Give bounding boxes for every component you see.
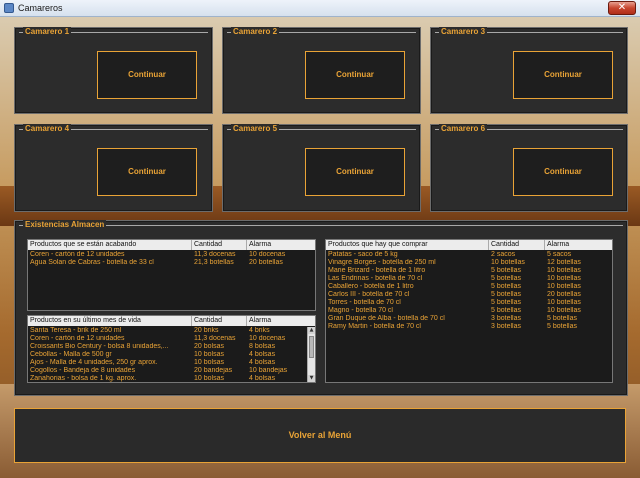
scroll-up-icon[interactable]: ▲: [308, 327, 315, 334]
table-row[interactable]: Caballero - botella de 1 litro 5 botellas…: [326, 283, 612, 291]
table-row[interactable]: Cogollos - Bandeja de 8 unidades 20 bande…: [28, 367, 307, 375]
table-row[interactable]: Agua Solan de Cabras - botella de 33 cl …: [28, 259, 315, 267]
expiring-scrollbar[interactable]: ▲ ▼: [307, 327, 315, 382]
table-row[interactable]: Croissants Bio Century - bolsa 8 unidade…: [28, 343, 307, 351]
window-title: Camareros: [18, 3, 63, 13]
table-row[interactable]: Torres - botella de 70 cl 5 botellas 10 bo…: [326, 299, 612, 307]
column-quantity[interactable]: Cantidad: [192, 316, 247, 326]
list-header: Productos que se están acabando Cantidad…: [28, 240, 315, 250]
table-row[interactable]: Coren - cartón de 12 unidades 11,3 docena…: [28, 335, 307, 343]
scroll-thumb[interactable]: [309, 336, 314, 358]
table-row[interactable]: Vinagre Borges - botella de 250 ml 10 bot…: [326, 259, 612, 267]
running-out-list[interactable]: Productos que se están acabando Cantidad…: [27, 239, 316, 311]
table-row[interactable]: Santa Teresa - brik de 250 ml 20 briks 4 b…: [28, 327, 307, 335]
continue-button-1[interactable]: Continuar: [97, 51, 197, 99]
column-alarm[interactable]: Alarma: [247, 316, 309, 326]
waiter-label: Camarero 5: [231, 124, 280, 133]
list-header: Productos que hay que comprar Cantidad A…: [326, 240, 612, 250]
table-row[interactable]: Magno - botella 70 cl 5 botellas 10 botell…: [326, 307, 612, 315]
back-to-menu-button[interactable]: Volver al Menú: [14, 408, 626, 463]
close-icon: ✕: [617, 2, 627, 13]
column-alarm[interactable]: Alarma: [247, 240, 315, 250]
app-icon: [4, 3, 14, 13]
scroll-down-icon[interactable]: ▼: [308, 375, 315, 382]
table-row[interactable]: Gran Duque de Alba - botella de 70 cl 3 b…: [326, 315, 612, 323]
column-quantity[interactable]: Cantidad: [489, 240, 545, 250]
table-row[interactable]: Coren - cartón de 12 unidades 11,3 docen…: [28, 251, 315, 259]
table-row[interactable]: Ramy Martin - botella de 70 cl 3 botellas…: [326, 323, 612, 331]
stock-legend: Existencias Almacen: [23, 220, 107, 229]
column-quantity[interactable]: Cantidad: [192, 240, 247, 250]
list-header: Productos en su último mes de vida Canti…: [28, 316, 315, 326]
waiter-label: Camarero 2: [231, 27, 280, 36]
close-button[interactable]: ✕: [608, 1, 636, 15]
table-row[interactable]: Cebollas - Malla de 500 gr 10 bolsas 4 bol…: [28, 351, 307, 359]
waiter-panel-6: Camarero 6 Continuar: [430, 124, 628, 212]
table-row[interactable]: Marie Brizard - botella de 1 litro 5 bote…: [326, 267, 612, 275]
column-product[interactable]: Productos en su último mes de vida: [28, 316, 192, 326]
stock-panel: Existencias Almacen Productos que se est…: [14, 220, 628, 396]
waiter-label: Camarero 3: [439, 27, 488, 36]
title-bar: Camareros ✕: [0, 0, 640, 17]
waiter-panel-5: Camarero 5 Continuar: [222, 124, 421, 212]
waiter-label: Camarero 1: [23, 27, 72, 36]
table-row[interactable]: Ajos - Malla de 4 unidades, 250 gr aprox…: [28, 359, 307, 367]
table-row[interactable]: Las Endrinas - botella de 70 cl 5 botella…: [326, 275, 612, 283]
continue-button-6[interactable]: Continuar: [513, 148, 613, 196]
waiter-panel-2: Camarero 2 Continuar: [222, 27, 421, 114]
waiter-panel-3: Camarero 3 Continuar: [430, 27, 628, 114]
continue-button-3[interactable]: Continuar: [513, 51, 613, 99]
waiter-panel-4: Camarero 4 Continuar: [14, 124, 213, 212]
waiter-label: Camarero 6: [439, 124, 488, 133]
table-row[interactable]: Carlos III - botella de 70 cl 5 botellas 2…: [326, 291, 612, 299]
waiter-panel-1: Camarero 1 Continuar: [14, 27, 213, 114]
expiring-list[interactable]: Productos en su último mes de vida Canti…: [27, 315, 316, 383]
table-row[interactable]: Zanahorias - bolsa de 1 kg. aprox. 10 bol…: [28, 375, 307, 382]
waiter-label: Camarero 4: [23, 124, 72, 133]
table-row[interactable]: Patatas - saco de 5 kg 2 sacos 5 sacos: [326, 251, 612, 259]
to-buy-list[interactable]: Productos que hay que comprar Cantidad A…: [325, 239, 613, 383]
column-alarm[interactable]: Alarma: [545, 240, 612, 250]
column-product[interactable]: Productos que se están acabando: [28, 240, 192, 250]
continue-button-4[interactable]: Continuar: [97, 148, 197, 196]
column-product[interactable]: Productos que hay que comprar: [326, 240, 489, 250]
continue-button-2[interactable]: Continuar: [305, 51, 405, 99]
continue-button-5[interactable]: Continuar: [305, 148, 405, 196]
